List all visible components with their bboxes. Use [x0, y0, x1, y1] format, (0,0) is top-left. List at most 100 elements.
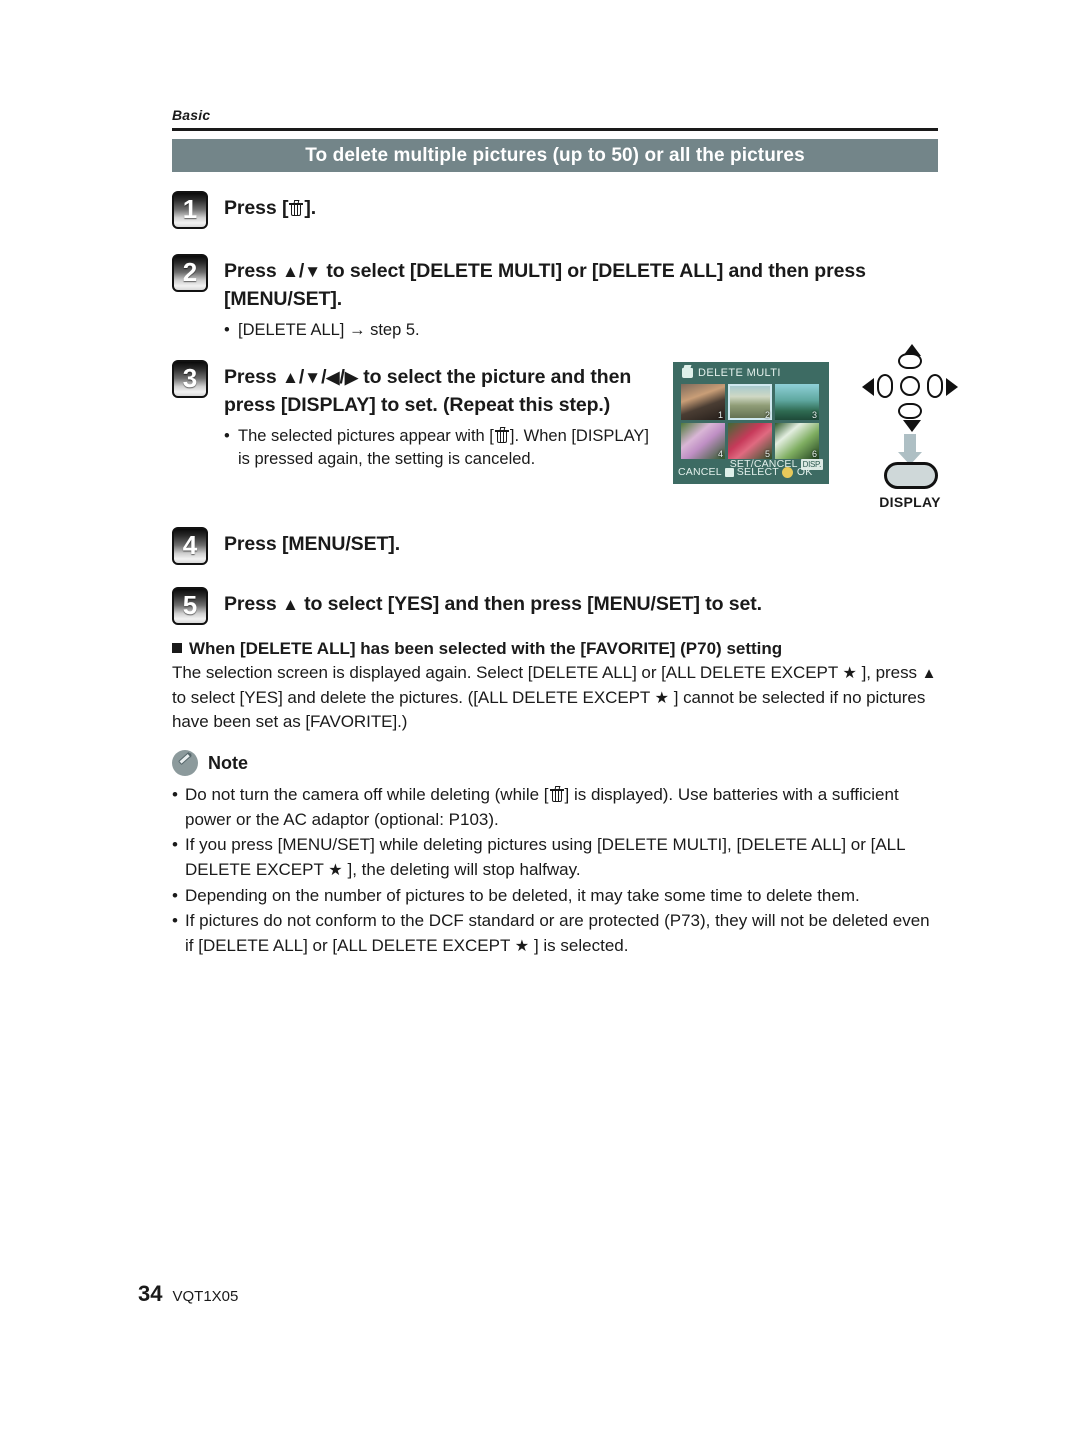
step-number-badge: 3 [172, 360, 208, 398]
triangle-up-icon [922, 663, 937, 682]
step-3-bullets: • The selected pictures appear with []. … [224, 425, 662, 470]
step-3-heading: Press /// to select the picture and then… [224, 364, 662, 419]
pencil-icon [172, 750, 198, 776]
display-button[interactable] [884, 462, 938, 489]
lcd-thumbnail[interactable]: 6 [775, 423, 819, 459]
step-5-heading-post: to select [YES] and then press [MENU/SET… [298, 593, 762, 615]
document-code: VQT1X05 [172, 1288, 239, 1305]
step-number-badge: 5 [172, 587, 208, 625]
thumbnail-index: 1 [717, 410, 723, 420]
trash-icon [289, 200, 304, 216]
triangle-left-icon [326, 366, 339, 388]
triangle-right-icon [345, 366, 358, 388]
triangle-up-icon [282, 593, 299, 615]
thumbnail-index: 4 [717, 449, 723, 459]
arrow-down-icon [903, 420, 921, 432]
menu-set-button[interactable] [900, 376, 920, 396]
manual-page: Basic To delete multiple pictures (up to… [0, 0, 1080, 1449]
thumbnail-index: 2 [764, 410, 770, 420]
bullet-dot: • [172, 885, 178, 905]
step-number-label: 4 [182, 530, 198, 560]
page-footer: 34 VQT1X05 [138, 1281, 238, 1307]
step-5-heading: Press to select [YES] and then press [ME… [224, 591, 762, 619]
note-item: • Depending on the number of pictures to… [172, 884, 942, 909]
step-2-heading-a: Press [224, 260, 282, 282]
cursor-pad[interactable] [876, 352, 944, 420]
note-label: Note [208, 752, 248, 773]
note-text: If you press [MENU/SET] while deleting p… [185, 833, 942, 882]
display-button-label: DISPLAY [879, 494, 941, 510]
triangle-up-icon [282, 366, 299, 388]
lcd-bottom-hint: CANCEL SELECT OK [678, 466, 812, 478]
favorite-heading-text: When [DELETE ALL] has been selected with… [189, 639, 783, 658]
trash-icon [682, 368, 693, 378]
cursor-up-button[interactable] [898, 353, 922, 369]
lcd-thumbnail[interactable]: 1 [681, 384, 725, 420]
cursor-right-button[interactable] [927, 374, 943, 398]
right-arrow-icon: → [348, 321, 366, 340]
arrow-left-icon [862, 378, 874, 396]
select-label: SELECT [736, 466, 779, 478]
navigation-button-figure: DISPLAY [862, 344, 958, 510]
note-item: • If pictures do not conform to the DCF … [172, 909, 942, 958]
step-5: 5 Press to select [YES] and then press [… [172, 587, 912, 625]
step-3-heading-a: Press [224, 366, 282, 388]
cursor-down-button[interactable] [898, 403, 922, 419]
triangle-down-icon [304, 366, 321, 388]
step-number-label: 1 [182, 194, 198, 224]
star-icon [515, 936, 529, 955]
thumbnail-index: 3 [811, 410, 817, 420]
step-2: 2 Press / to select [DELETE MULTI] or [D… [172, 254, 872, 343]
step-5-heading-pre: Press [224, 593, 282, 615]
camera-lcd-figure: DELETE MULTI 1 2 3 4 5 6 SET/CANCEL DISP.… [673, 362, 829, 484]
lcd-thumbnail-selected[interactable]: 2 [728, 384, 772, 420]
favorite-subsection-heading: When [DELETE ALL] has been selected with… [172, 638, 932, 660]
lcd-thumbnail-grid: 1 2 3 4 5 6 [681, 384, 821, 459]
step-2-bullets: • [DELETE ALL] → step 5. [224, 319, 872, 341]
step-number-badge: 1 [172, 191, 208, 229]
bullet-dot: • [172, 835, 178, 855]
bullet-dot: • [224, 427, 230, 446]
lcd-thumbnail[interactable]: 4 [681, 423, 725, 459]
step-number-badge: 4 [172, 527, 208, 565]
step-1: 1 Press []. [172, 191, 672, 229]
favorite-subsection-body: The selection screen is displayed again.… [172, 661, 940, 735]
star-icon [328, 860, 342, 879]
step-4: 4 Press [MENU/SET]. [172, 527, 672, 565]
step-1-heading-post: ]. [304, 197, 317, 219]
lcd-thumbnail[interactable]: 3 [775, 384, 819, 420]
note-item: • Do not turn the camera off while delet… [172, 783, 942, 832]
star-icon [655, 688, 669, 707]
running-head: Basic [172, 107, 211, 123]
bullet-item: • [DELETE ALL] → step 5. [224, 319, 872, 341]
ok-label: OK [796, 466, 813, 478]
page-title: To delete multiple pictures (up to 50) o… [305, 144, 805, 166]
trash-icon [549, 786, 564, 802]
bullet-dot: • [224, 321, 230, 340]
note-list: • Do not turn the camera off while delet… [172, 783, 942, 959]
step-4-heading: Press [MENU/SET]. [224, 533, 401, 555]
lcd-title-text: DELETE MULTI [698, 367, 781, 379]
bullet-item: • The selected pictures appear with []. … [224, 425, 662, 470]
section-title-bar: To delete multiple pictures (up to 50) o… [172, 139, 938, 172]
step-1-heading-pre: Press [ [224, 197, 289, 219]
triangle-up-icon [282, 260, 299, 282]
trash-icon [494, 427, 509, 444]
cursor-left-button[interactable] [877, 374, 893, 398]
triangle-down-icon [304, 260, 321, 282]
note-heading: Note [172, 750, 248, 776]
lcd-thumbnail[interactable]: 5 [728, 423, 772, 459]
note-text: If pictures do not conform to the DCF st… [185, 909, 942, 958]
step-number-label: 3 [182, 363, 198, 393]
trash-icon [724, 467, 734, 477]
arrow-right-icon [946, 378, 958, 396]
joystick-icon [781, 466, 793, 478]
running-head-rule [172, 128, 938, 131]
note-text: Do not turn the camera off while deletin… [185, 785, 899, 829]
bullet-text: [DELETE ALL] → step 5. [238, 321, 420, 340]
step-number-label: 5 [182, 590, 198, 620]
step-3: 3 Press /// to select the picture and th… [172, 360, 662, 471]
star-icon [843, 663, 857, 682]
bullet-dot: • [172, 785, 178, 804]
step-number-badge: 2 [172, 254, 208, 292]
